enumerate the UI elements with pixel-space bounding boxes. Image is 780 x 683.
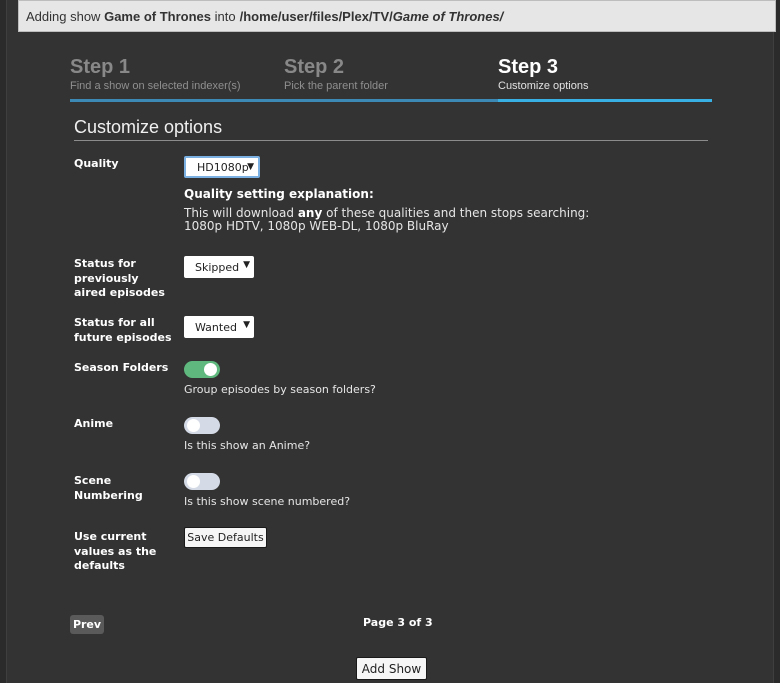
quality-explanation: This will download any of these qualitie… (184, 207, 604, 233)
defaults-label: Use current values as the defaults (74, 530, 157, 572)
scene-numbering-toggle[interactable] (184, 473, 220, 490)
step-1-label: Step 1 (70, 56, 131, 78)
toggle-knob (204, 363, 217, 376)
quality-explanation-title: Quality setting explanation: (184, 187, 374, 201)
scene-numbering-label: Scene Numbering (74, 474, 143, 502)
quality-select[interactable]: HD1080p ▼ (184, 156, 260, 178)
banner-show-name: Game of Thrones (104, 8, 211, 24)
quality-explanation-post: of these qualities and then stops search… (326, 206, 590, 220)
quality-explanation-pre: This will download (184, 206, 294, 220)
step-1-desc: Find a show on selected indexer(s) (70, 80, 241, 92)
toggle-knob (187, 475, 200, 488)
banner-path-prefix: /home/user/files/Plex/TV/ (239, 8, 393, 24)
status-future-value: Wanted (195, 320, 237, 334)
caret-down-icon: ▼ (243, 320, 250, 330)
quality-explanation-bold: any (297, 206, 323, 220)
scene-numbering-helper: Is this show scene numbered? (184, 495, 351, 508)
wizard-steps: Step 1 Find a show on selected indexer(s… (70, 56, 712, 104)
season-folders-helper: Group episodes by season folders? (184, 383, 376, 396)
step-2-desc: Pick the parent folder (284, 80, 388, 92)
banner-prefix: Adding show (26, 8, 101, 24)
step-3-progress-bar (498, 99, 712, 102)
status-future-label: Status for all future episodes (74, 316, 172, 344)
season-folders-toggle[interactable] (184, 361, 220, 378)
quality-label: Quality (74, 157, 119, 170)
caret-down-icon: ▼ (247, 162, 254, 172)
banner-into: into (214, 8, 236, 24)
status-future-select[interactable]: Wanted ▼ (184, 316, 254, 338)
anime-helper: Is this show an Anime? (184, 439, 311, 452)
step-3-desc: Customize options (498, 80, 589, 92)
status-previous-label: Status for previously aired episodes (74, 257, 165, 299)
banner-path-show: Game of Thrones/ (392, 8, 504, 24)
step-2[interactable]: Step 2 Pick the parent folder (284, 56, 498, 102)
prev-button[interactable]: Prev (70, 615, 104, 634)
anime-toggle[interactable] (184, 417, 220, 434)
step-3[interactable]: Step 3 Customize options (498, 56, 712, 102)
quality-explanation-list: 1080p HDTV, 1080p WEB-DL, 1080p BluRay (184, 219, 449, 233)
step-1[interactable]: Step 1 Find a show on selected indexer(s… (70, 56, 284, 102)
banner-path: /home/user/files/Plex/TV/Game of Thrones… (240, 9, 504, 24)
status-previous-select[interactable]: Skipped ▼ (184, 256, 254, 278)
step-3-label: Step 3 (498, 56, 559, 78)
page-indicator: Page 3 of 3 (363, 616, 433, 629)
step-2-label: Step 2 (284, 56, 345, 78)
step-2-progress-bar (284, 99, 498, 102)
season-folders-label: Season Folders (74, 361, 169, 374)
quality-select-value: HD1080p (197, 160, 249, 174)
caret-down-icon: ▼ (243, 260, 250, 270)
status-previous-value: Skipped (195, 260, 240, 274)
add-show-button[interactable]: Add Show (356, 657, 427, 680)
anime-label: Anime (74, 417, 114, 430)
adding-show-banner: Adding show Game of Thrones into /home/u… (18, 0, 776, 32)
section-title: Customize options (74, 117, 708, 141)
toggle-knob (187, 419, 200, 432)
save-defaults-button[interactable]: Save Defaults (184, 527, 267, 548)
step-1-progress-bar (70, 99, 284, 102)
